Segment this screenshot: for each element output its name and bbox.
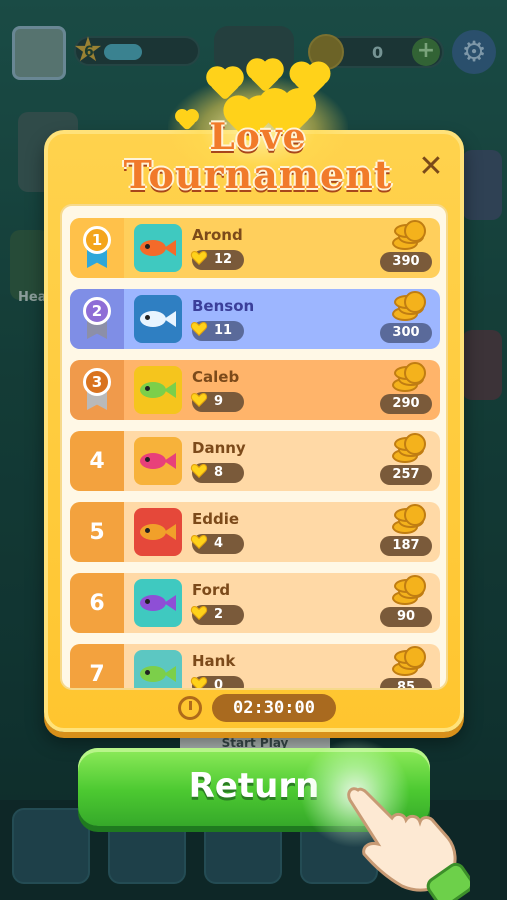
heart-score: 12	[190, 250, 244, 270]
leaderboard-row[interactable]: 7 Hank 0 85	[70, 644, 440, 690]
fish-icon	[140, 380, 176, 400]
heart-score: 2	[190, 605, 244, 625]
rank-number: 2	[83, 297, 111, 325]
stopwatch-icon	[178, 696, 202, 720]
fish-avatar	[134, 508, 182, 556]
coin-stack-icon	[390, 362, 430, 392]
reward-value: 390	[380, 252, 432, 272]
reward-value: 187	[380, 536, 432, 556]
coin-stack-icon	[390, 504, 430, 534]
reward-value: 85	[380, 678, 432, 688]
heart-icon	[190, 464, 208, 479]
heart-icon	[190, 322, 208, 337]
heart-score: 9	[190, 392, 244, 412]
title-tournament: Tournament	[123, 152, 393, 197]
heart-count: 12	[214, 252, 233, 267]
rank-number: 1	[83, 226, 111, 254]
fish-icon	[140, 238, 176, 258]
fish-icon	[140, 309, 176, 329]
heart-count: 0	[214, 678, 224, 690]
coin-reward: 290	[380, 362, 434, 416]
rank-cell: 7	[70, 644, 124, 688]
heart-count: 11	[214, 323, 233, 338]
heart-count: 8	[214, 465, 224, 480]
fish-icon	[140, 522, 176, 542]
fish-icon	[140, 451, 176, 471]
player-name: Benson	[192, 297, 255, 315]
heart-count: 9	[214, 394, 224, 409]
heart-score: 4	[190, 534, 244, 554]
heart-count: 2	[214, 607, 224, 622]
rank-number: 5	[89, 519, 105, 545]
coin-stack-icon	[390, 291, 430, 321]
fish-avatar	[134, 437, 182, 485]
fish-icon	[140, 593, 176, 613]
rank-cell: 1	[70, 218, 124, 278]
fish-avatar	[134, 224, 182, 272]
rank-number: 7	[89, 661, 105, 687]
heart-count: 4	[214, 536, 224, 551]
player-name: Ford	[192, 581, 231, 599]
fish-avatar	[134, 650, 182, 688]
rank-medal-icon: 1	[81, 226, 113, 270]
heart-score: 0	[190, 676, 244, 690]
leaderboard-row[interactable]: 1 Arond 12 390	[70, 218, 440, 278]
player-name: Caleb	[192, 368, 240, 386]
coin-reward: 300	[380, 291, 434, 345]
coin-reward: 90	[380, 575, 434, 629]
reward-value: 257	[380, 465, 432, 485]
coin-reward: 187	[380, 504, 434, 558]
coin-stack-icon	[390, 220, 430, 250]
fish-avatar	[134, 579, 182, 627]
fish-avatar	[134, 366, 182, 414]
heart-icon	[190, 677, 208, 688]
coin-stack-icon	[390, 575, 430, 605]
heart-icon	[190, 535, 208, 550]
dialog-title: Love Tournament	[48, 61, 468, 206]
heart-icon	[190, 251, 208, 266]
rank-number: 4	[89, 448, 105, 474]
close-button[interactable]: ✕	[416, 152, 446, 182]
coin-stack-icon	[390, 646, 430, 676]
rank-medal-icon: 3	[81, 368, 113, 412]
pointing-hand-icon	[347, 787, 470, 900]
leaderboard-row[interactable]: 5 Eddie 4 187	[70, 502, 440, 562]
fish-icon	[140, 664, 176, 684]
player-name: Arond	[192, 226, 243, 244]
fish-avatar	[134, 295, 182, 343]
rank-number: 6	[89, 590, 105, 616]
leaderboard-list[interactable]: 1 Arond 12 390 2 Benson 11 300 3 Caleb 9 290 4 Danny 8…	[60, 204, 448, 690]
leaderboard-row[interactable]: 2 Benson 11 300	[70, 289, 440, 349]
reward-value: 290	[380, 394, 432, 414]
coin-stack-icon	[390, 433, 430, 463]
countdown-timer: 02:30:00	[168, 692, 358, 726]
heart-score: 8	[190, 463, 244, 483]
rank-number: 3	[83, 368, 111, 396]
tournament-dialog: Love Tournament ✕ 1 Arond 12 390 2 Benson 11 30…	[44, 61, 464, 732]
leaderboard-row[interactable]: 4 Danny 8 257	[70, 431, 440, 491]
heart-score: 11	[190, 321, 244, 341]
rank-cell: 3	[70, 360, 124, 420]
heart-icon	[190, 393, 208, 408]
rank-cell: 4	[70, 431, 124, 491]
player-name: Danny	[192, 439, 246, 457]
timer-value: 02:30:00	[212, 694, 336, 722]
coin-reward: 257	[380, 433, 434, 487]
rank-cell: 2	[70, 289, 124, 349]
rank-cell: 5	[70, 502, 124, 562]
rank-medal-icon: 2	[81, 297, 113, 341]
heart-icon	[190, 606, 208, 621]
rank-cell: 6	[70, 573, 124, 633]
player-name: Hank	[192, 652, 236, 670]
leaderboard-row[interactable]: 6 Ford 2 90	[70, 573, 440, 633]
leaderboard-row[interactable]: 3 Caleb 9 290	[70, 360, 440, 420]
coin-reward: 390	[380, 220, 434, 274]
coin-reward: 85	[380, 646, 434, 688]
reward-value: 90	[380, 607, 432, 627]
reward-value: 300	[380, 323, 432, 343]
player-name: Eddie	[192, 510, 240, 528]
